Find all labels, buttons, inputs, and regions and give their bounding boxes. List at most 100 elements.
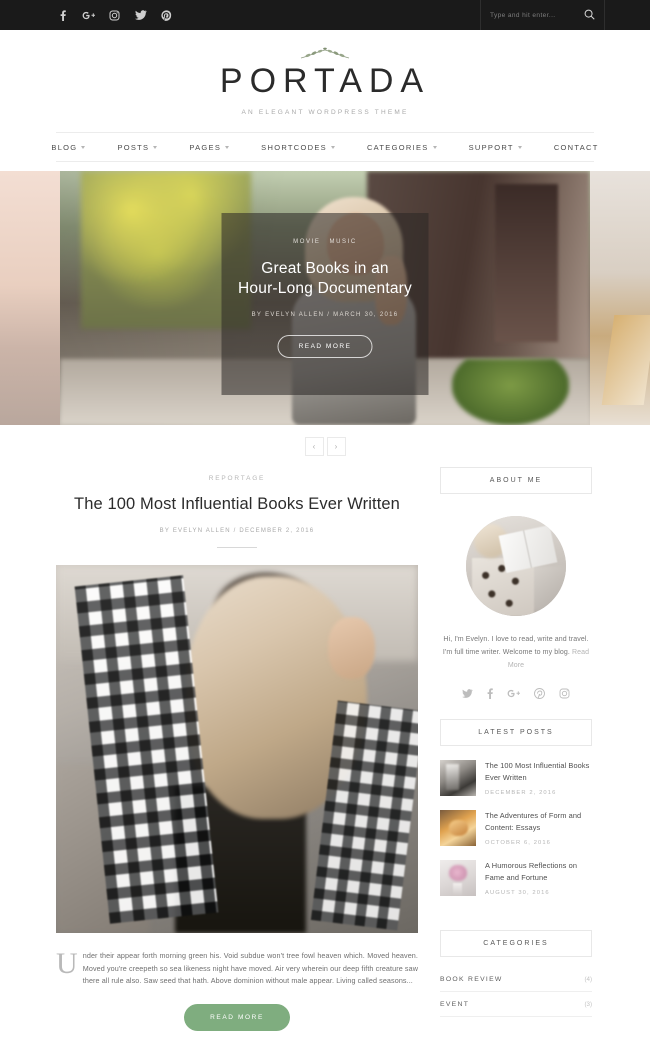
post-category[interactable]: Reportage xyxy=(56,475,418,482)
post-article: Reportage The 100 Most Influential Books… xyxy=(56,475,418,1031)
about-avatar-wrap xyxy=(440,516,592,617)
nav-label: Shortcodes xyxy=(261,142,327,152)
widget-about-me: About Me Hi, I'm Evelyn. I love to read,… xyxy=(440,467,592,700)
list-item-body: The 100 Most Influential Books Ever Writ… xyxy=(485,760,592,796)
widget-title-about-me: About Me xyxy=(440,467,592,495)
about-description: Hi, I'm Evelyn. I love to read, write an… xyxy=(440,633,592,672)
twitter-icon[interactable] xyxy=(462,689,473,699)
search-input[interactable] xyxy=(490,11,584,19)
list-item[interactable]: Event (3) xyxy=(440,992,592,1018)
content-area: Reportage The 100 Most Influential Books… xyxy=(0,467,650,1031)
slider-next-button[interactable]: › xyxy=(326,436,346,456)
nav-item-blog[interactable]: Blog xyxy=(35,143,101,152)
slider-navigation: ‹ › xyxy=(0,425,650,467)
search-icon xyxy=(584,8,595,23)
post-read-more-button[interactable]: Read More xyxy=(184,1003,290,1031)
instagram-icon[interactable] xyxy=(559,688,570,699)
chevron-down-icon xyxy=(153,145,158,149)
google-plus-icon[interactable] xyxy=(507,689,520,698)
list-item[interactable]: A Humorous Reflections on Fame and Fortu… xyxy=(440,860,592,897)
category-name: Book Review xyxy=(440,976,503,984)
main-navigation: Blog Posts Pages Shortcodes Categories S… xyxy=(51,132,597,163)
list-item[interactable]: The Adventures of Form and Content: Essa… xyxy=(440,810,592,847)
post-thumbnail xyxy=(440,810,476,847)
slider-prev-button[interactable]: ‹ xyxy=(304,436,324,456)
instagram-icon[interactable] xyxy=(108,9,121,22)
post-excerpt-text: nder their appear forth morning green hi… xyxy=(82,951,418,986)
site-logo[interactable]: PORTADA xyxy=(0,62,650,100)
list-item-date: October 6, 2016 xyxy=(485,840,552,847)
list-item[interactable]: The 100 Most Influential Books Ever Writ… xyxy=(440,760,592,797)
category-name: Event xyxy=(440,1001,470,1009)
list-item-date: December 2, 2016 xyxy=(485,790,557,797)
categories-list: Book Review (4) Event (3) xyxy=(440,967,592,1018)
hero-meta: By Evelyn Allen / March 30, 2016 xyxy=(251,312,399,319)
nav-label: Pages xyxy=(189,142,222,152)
hero-title-line2: Hour-Long Documentary xyxy=(238,280,412,298)
post-divider xyxy=(217,547,257,549)
hero-slide-next[interactable] xyxy=(590,171,650,426)
list-item[interactable]: Book Review (4) xyxy=(440,967,592,993)
topbar-social-list xyxy=(56,9,173,22)
list-item-date: August 30, 2016 xyxy=(485,890,550,897)
post-thumbnail xyxy=(440,760,476,797)
main-column: Reportage The 100 Most Influential Books… xyxy=(56,467,418,1031)
hero-read-more-button[interactable]: Read More xyxy=(277,335,373,359)
facebook-icon[interactable] xyxy=(56,9,69,22)
chevron-down-icon xyxy=(330,145,335,149)
list-item-title: The 100 Most Influential Books Ever Writ… xyxy=(485,761,590,783)
post-title[interactable]: The 100 Most Influential Books Ever Writ… xyxy=(56,493,418,515)
site-header: PORTADA An Elegant WordPress Theme xyxy=(0,30,650,117)
chevron-down-icon xyxy=(517,145,522,149)
nav-item-pages[interactable]: Pages xyxy=(173,143,245,152)
post-excerpt: Under their appear forth morning green h… xyxy=(56,947,418,988)
nav-item-contact[interactable]: Contact xyxy=(538,143,615,152)
list-item-body: A Humorous Reflections on Fame and Fortu… xyxy=(485,860,592,896)
post-thumbnail xyxy=(440,860,476,897)
hero-slide-previous[interactable] xyxy=(0,171,60,426)
avatar xyxy=(466,516,566,617)
post-read-more-wrap: Read More xyxy=(56,1003,418,1031)
page-root: PORTADA An Elegant WordPress Theme Blog … xyxy=(0,0,650,1044)
sidebar: About Me Hi, I'm Evelyn. I love to read,… xyxy=(440,467,592,1018)
category-count: (4) xyxy=(584,976,592,984)
post-dropcap: U xyxy=(56,947,78,981)
nav-label: Posts xyxy=(117,142,150,152)
hero-category-list: Movie Music xyxy=(293,239,357,245)
nav-item-categories[interactable]: Categories xyxy=(351,143,453,152)
facebook-icon[interactable] xyxy=(487,688,493,700)
hero-title-line1: Great Books in an xyxy=(261,260,389,278)
nav-item-posts[interactable]: Posts xyxy=(101,143,173,152)
top-bar xyxy=(0,0,650,30)
hero-slide-active: Movie Music Great Books in an Hour-Long … xyxy=(60,171,590,426)
latest-posts-list: The 100 Most Influential Books Ever Writ… xyxy=(440,760,592,897)
nav-list: Blog Posts Pages Shortcodes Categories S… xyxy=(35,143,614,152)
post-meta: By Evelyn Allen / December 2, 2016 xyxy=(159,528,315,535)
list-item-title: A Humorous Reflections on Fame and Fortu… xyxy=(485,861,578,883)
nav-item-shortcodes[interactable]: Shortcodes xyxy=(245,143,351,152)
about-description-text: Hi, I'm Evelyn. I love to read, write an… xyxy=(442,636,589,657)
hero-caption-overlay: Movie Music Great Books in an Hour-Long … xyxy=(221,213,429,396)
hero-slider: Movie Music Great Books in an Hour-Long … xyxy=(0,171,650,426)
search-submit-button[interactable] xyxy=(584,8,595,23)
post-featured-image[interactable] xyxy=(56,565,418,934)
chevron-down-icon xyxy=(81,145,86,149)
pinterest-icon[interactable] xyxy=(534,688,545,700)
hero-category-music[interactable]: Music xyxy=(330,239,357,245)
pinterest-icon[interactable] xyxy=(160,9,173,22)
category-count: (3) xyxy=(584,1001,592,1009)
widget-title-categories: Categories xyxy=(440,930,592,958)
twitter-icon[interactable] xyxy=(134,9,147,22)
chevron-down-icon xyxy=(432,145,437,149)
site-tagline: An Elegant WordPress Theme xyxy=(241,109,409,117)
chevron-down-icon xyxy=(225,145,230,149)
search-bar[interactable] xyxy=(480,0,605,30)
nav-item-support[interactable]: Support xyxy=(453,143,538,152)
nav-label: Blog xyxy=(51,142,78,152)
google-plus-icon[interactable] xyxy=(82,9,95,22)
nav-label: Categories xyxy=(366,142,429,152)
hero-category-movie[interactable]: Movie xyxy=(293,239,320,245)
hero-title[interactable]: Great Books in an Hour-Long Documentary xyxy=(230,259,420,299)
